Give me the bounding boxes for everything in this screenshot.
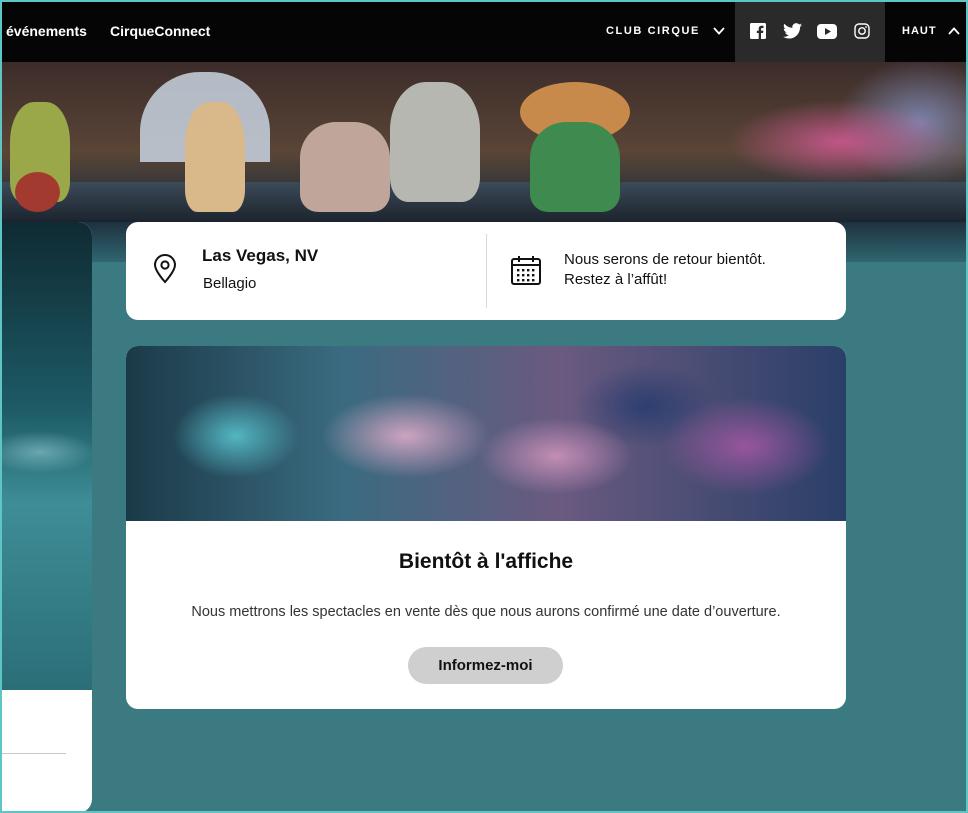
youtube-icon[interactable] bbox=[816, 20, 838, 42]
nav-link-cirqueconnect[interactable]: CirqueConnect bbox=[110, 23, 210, 39]
schedule-message: Nous serons de retour bientôt. Restez à … bbox=[564, 250, 834, 290]
twitter-icon[interactable] bbox=[782, 20, 804, 42]
club-cirque-label: CLUB CIRQUE bbox=[606, 25, 700, 37]
side-card bbox=[0, 222, 92, 813]
instagram-icon[interactable] bbox=[851, 20, 873, 42]
coming-soon-image bbox=[126, 346, 846, 521]
nav-link-events[interactable]: événements bbox=[6, 23, 87, 39]
location-city: Las Vegas, NV bbox=[202, 246, 319, 265]
side-card-image bbox=[0, 222, 92, 690]
schedule-section: Nous serons de retour bientôt. Restez à … bbox=[486, 222, 846, 320]
location-pin-icon bbox=[153, 254, 177, 284]
schedule-line-2: Restez à l’affût! bbox=[564, 271, 668, 288]
chevron-up-icon bbox=[947, 27, 960, 35]
show-info-card: Las Vegas, NV Bellagio Nous serons de re… bbox=[126, 222, 846, 320]
top-navigation: événements CirqueConnect CLUB CIRQUE HAU… bbox=[0, 0, 968, 62]
side-card-divider bbox=[0, 753, 66, 754]
club-cirque-dropdown[interactable]: CLUB CIRQUE bbox=[606, 24, 726, 38]
hero-performer bbox=[390, 82, 480, 202]
schedule-line-1: Nous serons de retour bientôt. bbox=[564, 251, 766, 268]
hero-performer bbox=[300, 122, 390, 212]
coming-soon-card: Bientôt à l'affiche Nous mettrons les sp… bbox=[126, 346, 846, 709]
hero-performer bbox=[15, 172, 60, 212]
hero-performer bbox=[185, 102, 245, 212]
location-section: Las Vegas, NV Bellagio bbox=[126, 222, 486, 320]
back-to-top-label: HAUT bbox=[902, 25, 937, 37]
notify-me-button[interactable]: Informez-moi bbox=[408, 647, 563, 684]
location-venue: Bellagio bbox=[203, 275, 257, 292]
calendar-icon bbox=[511, 256, 541, 285]
back-to-top-button[interactable]: HAUT bbox=[902, 24, 961, 38]
hero-stage bbox=[0, 182, 968, 222]
hero-performer bbox=[530, 122, 620, 212]
facebook-icon[interactable] bbox=[747, 20, 769, 42]
chevron-down-icon bbox=[713, 27, 725, 35]
social-links bbox=[735, 0, 885, 62]
coming-soon-description: Nous mettrons les spectacles en vente dè… bbox=[191, 604, 781, 620]
coming-soon-title: Bientôt à l'affiche bbox=[398, 550, 574, 573]
